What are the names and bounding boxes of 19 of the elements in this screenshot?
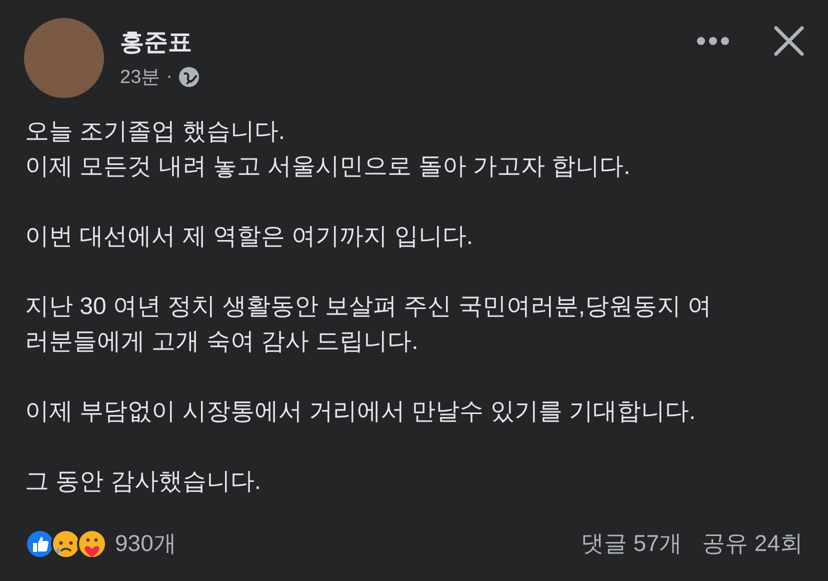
more-options-icon[interactable] xyxy=(696,36,730,46)
sad-reaction-icon[interactable] xyxy=(51,528,81,558)
share-count[interactable]: 공유 24회 xyxy=(702,528,803,559)
post-text-line: 지난 30 여년 정치 생활동안 보살펴 주신 국민여러분,당원동지 여 xyxy=(25,292,713,322)
reaction-count[interactable]: 930개 xyxy=(115,528,176,559)
like-reaction-icon[interactable] xyxy=(25,528,55,558)
post-text-line: 그 동안 감사했습니다. xyxy=(25,467,262,497)
separator-dot: · xyxy=(166,66,172,88)
post-text-line: 러분들에게 고개 숙여 감사 드립니다. xyxy=(25,327,420,357)
post-text-line: 이제 부담없이 시장통에서 거리에서 만날수 있기를 기대합니다. xyxy=(25,397,697,427)
close-icon[interactable] xyxy=(774,26,804,56)
post-text-line: 이제 모든것 내려 놓고 서울시민으로 돌아 가고자 합니다. xyxy=(25,152,632,182)
post-text-line: 오늘 조기졸업 했습니다. xyxy=(25,117,286,147)
post-time[interactable]: 23분 xyxy=(120,64,160,90)
post-text-line: 이번 대선에서 제 역할은 여기까지 입니다. xyxy=(25,222,474,252)
care-reaction-icon[interactable] xyxy=(77,528,107,558)
comment-count[interactable]: 댓글 57개 xyxy=(581,528,682,559)
author-name[interactable]: 홍준표 xyxy=(120,26,680,58)
globe-icon xyxy=(178,66,200,88)
